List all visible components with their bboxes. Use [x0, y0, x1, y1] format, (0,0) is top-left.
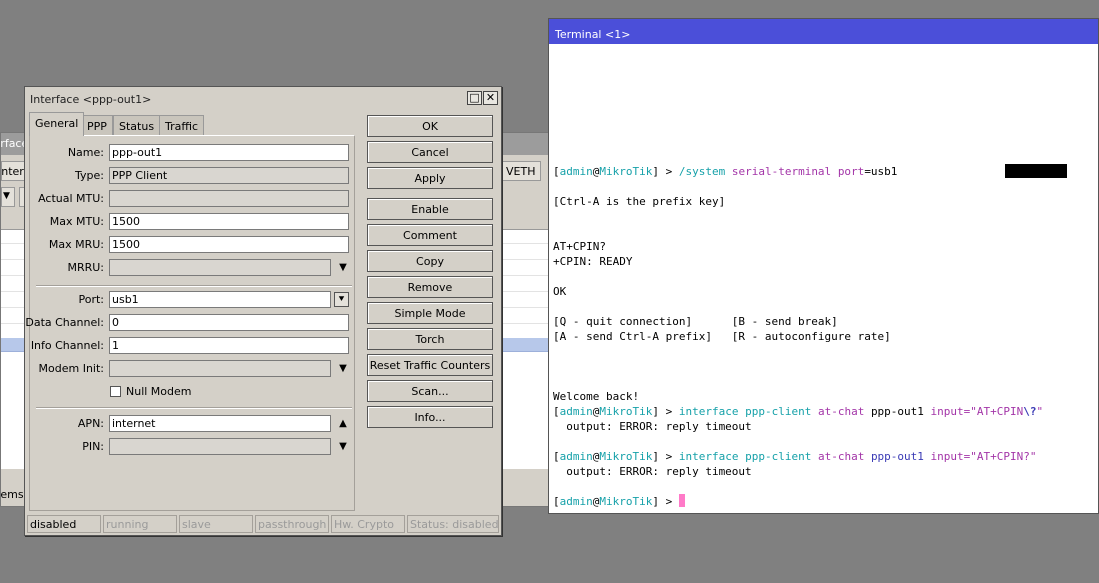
terminal-line: output: ERROR: reply timeout: [553, 420, 752, 433]
enable-button[interactable]: Enable: [367, 198, 493, 220]
simple-mode-button[interactable]: Simple Mode: [367, 302, 493, 324]
status-hw-crypto: Hw. Crypto: [331, 515, 405, 533]
name-input[interactable]: ppp-out1: [109, 144, 349, 161]
mrru-label: MRRU:: [67, 261, 104, 274]
terminal-prompt-line[interactable]: [admin@MikroTik] >: [553, 494, 1093, 509]
status-summary: Status: disabled: [407, 515, 499, 533]
modem-init-field: [109, 360, 331, 377]
close-button[interactable]: ✕: [483, 91, 498, 105]
actual-mtu-label: Actual MTU:: [38, 192, 104, 205]
ok-button[interactable]: OK: [367, 115, 493, 137]
type-field: PPP Client: [109, 167, 349, 184]
copy-button[interactable]: Copy: [367, 250, 493, 272]
max-mru-input[interactable]: 1500: [109, 236, 349, 253]
dialog-tabs: General PPP Status Traffic: [29, 112, 369, 136]
terminal-output: [admin@MikroTik] > /system serial-termin…: [553, 164, 1093, 509]
status-passthrough: passthrough: [255, 515, 329, 533]
maximize-icon: □: [469, 91, 480, 104]
triangle-down-icon: ▼: [339, 262, 347, 273]
triangle-up-icon: ▲: [339, 418, 347, 429]
terminal-line: [admin@MikroTik] > /system serial-termin…: [553, 164, 1093, 179]
apply-button[interactable]: Apply: [367, 167, 493, 189]
status-disabled: disabled: [27, 515, 101, 533]
name-label: Name:: [67, 146, 104, 159]
terminal-line: [Q - quit connection] [B - send break]: [553, 315, 838, 328]
terminal-line: [admin@MikroTik] > interface ppp-client …: [553, 450, 1037, 463]
info-channel-input[interactable]: 1: [109, 337, 349, 354]
terminal-line: output: ERROR: reply timeout: [553, 465, 752, 478]
max-mru-label: Max MRU:: [48, 238, 104, 251]
triangle-down-icon: ▼: [339, 363, 347, 374]
separator: [36, 407, 352, 409]
reset-traffic-counters-button[interactable]: Reset Traffic Counters: [367, 354, 493, 376]
max-mtu-label: Max MTU:: [49, 215, 104, 228]
null-modem-checkbox[interactable]: [110, 386, 121, 397]
port-dropdown-button[interactable]: ⯆: [334, 292, 349, 307]
apn-collapse-button[interactable]: ▲: [336, 417, 350, 431]
tab-status[interactable]: Status: [113, 115, 161, 136]
null-modem-label: Null Modem: [126, 385, 192, 398]
actual-mtu-field: [109, 190, 349, 207]
apn-input[interactable]: internet: [109, 415, 331, 432]
background-tab-veth[interactable]: VETH: [501, 161, 541, 181]
status-slave: slave: [179, 515, 253, 533]
terminal-line: [A - send Ctrl-A prefix] [R - autoconfig…: [553, 330, 891, 343]
redacted-box: [1005, 164, 1067, 178]
close-icon: ✕: [485, 91, 496, 104]
info-channel-label: Info Channel:: [30, 339, 104, 352]
cancel-button[interactable]: Cancel: [367, 141, 493, 163]
apn-label: APN:: [77, 417, 104, 430]
terminal-line: [Ctrl-A is the prefix key]: [553, 195, 726, 208]
terminal-title: Terminal <1>: [549, 19, 1098, 44]
general-panel: Name: ppp-out1 Type: PPP Client Actual M…: [25, 135, 355, 511]
separator: [36, 285, 352, 287]
terminal-line: +CPIN: READY: [553, 255, 633, 268]
terminal-line: OK: [553, 285, 567, 298]
chevron-down-icon: ⯆: [337, 294, 346, 305]
terminal-window[interactable]: Terminal <1> [admin@MikroTik] > /system …: [548, 18, 1099, 514]
info-button[interactable]: Info...: [367, 406, 493, 428]
scan-button[interactable]: Scan...: [367, 380, 493, 402]
triangle-down-icon: ▼: [339, 441, 347, 452]
tab-traffic[interactable]: Traffic: [159, 115, 205, 136]
terminal-line: Welcome back!: [553, 390, 640, 403]
max-mtu-input[interactable]: 1500: [109, 213, 349, 230]
mrru-expand-button[interactable]: ▼: [336, 261, 350, 275]
pin-expand-button[interactable]: ▼: [336, 440, 350, 454]
modem-init-expand-button[interactable]: ▼: [336, 362, 350, 376]
remove-button[interactable]: Remove: [367, 276, 493, 298]
maximize-button[interactable]: □: [467, 91, 482, 105]
status-running: running: [103, 515, 177, 533]
interface-dialog: Interface <ppp-out1> □ ✕ General PPP Sta…: [24, 86, 502, 536]
tab-ppp[interactable]: PPP: [81, 115, 113, 136]
torch-button[interactable]: Torch: [367, 328, 493, 350]
type-label: Type:: [75, 169, 104, 182]
tab-general[interactable]: General: [29, 112, 85, 136]
dialog-title: Interface <ppp-out1>: [25, 87, 501, 109]
port-select[interactable]: usb1: [109, 291, 331, 308]
mrru-field: [109, 259, 331, 276]
terminal-line: AT+CPIN?: [553, 240, 606, 253]
pin-field: [109, 438, 331, 455]
port-label: Port:: [78, 293, 104, 306]
comment-button[interactable]: Comment: [367, 224, 493, 246]
modem-init-label: Modem Init:: [38, 362, 104, 375]
pin-label: PIN:: [82, 440, 104, 453]
data-channel-label: Data Channel:: [25, 316, 104, 329]
terminal-cursor: [678, 494, 685, 507]
data-channel-input[interactable]: 0: [109, 314, 349, 331]
terminal-line: [admin@MikroTik] > interface ppp-client …: [553, 405, 1044, 418]
